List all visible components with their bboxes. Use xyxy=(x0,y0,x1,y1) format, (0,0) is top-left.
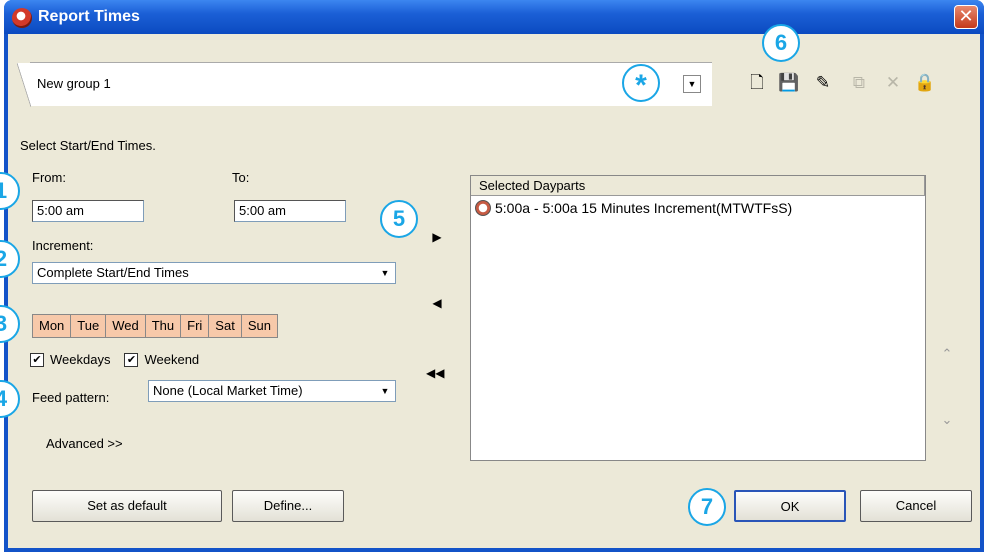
day-sat[interactable]: Sat xyxy=(209,315,242,337)
ok-button[interactable]: OK xyxy=(734,490,846,522)
callout-badge-6: 6 xyxy=(762,24,800,62)
chevron-up-icon: ⌃ xyxy=(941,346,953,361)
weekend-label: Weekend xyxy=(144,352,200,367)
increment-select[interactable]: Complete Start/End Times ▼ xyxy=(32,262,396,284)
triangle-right-icon: ▶ xyxy=(432,230,442,244)
feed-pattern-select[interactable]: None (Local Market Time) ▼ xyxy=(148,380,396,402)
daypart-label: 5:00a - 5:00a 15 Minutes Increment(MTWTF… xyxy=(495,200,793,216)
cancel-button[interactable]: Cancel xyxy=(860,490,972,522)
add-daypart-button[interactable]: ▶ xyxy=(428,228,446,246)
to-label: To: xyxy=(232,170,250,185)
selected-dayparts-list[interactable]: Selected Dayparts 5:00a - 5:00a 15 Minut… xyxy=(470,175,926,461)
list-column-header[interactable]: Selected Dayparts xyxy=(471,176,925,196)
window-title: Report Times xyxy=(38,8,140,25)
save-button[interactable]: 💾 xyxy=(778,72,800,94)
day-sun[interactable]: Sun xyxy=(242,315,277,337)
weekend-checkbox[interactable]: ✔ xyxy=(124,352,139,367)
group-selector[interactable]: New group 1 ▼ xyxy=(17,62,712,107)
delete-button[interactable]: ✕ xyxy=(882,72,904,94)
close-button[interactable]: ✕ xyxy=(954,5,978,29)
day-fri[interactable]: Fri xyxy=(181,315,210,337)
day-thu[interactable]: Thu xyxy=(146,315,182,337)
copy-icon: ⧉ xyxy=(852,73,866,92)
day-tue[interactable]: Tue xyxy=(71,315,107,337)
dialog-body: New group 1 ▼ 🗋 💾 ✎ ⧉ ✕ 🔒 Select Start/E… xyxy=(8,34,980,548)
chevron-down-icon: ▼ xyxy=(380,386,390,396)
set-as-default-button[interactable]: Set as default xyxy=(32,490,222,522)
close-icon: ✕ xyxy=(958,6,974,26)
save-as-icon: ✎ xyxy=(815,73,831,92)
double-left-icon: ◀◀ xyxy=(426,366,445,380)
triangle-left-icon: ◀ xyxy=(432,296,442,310)
day-wed[interactable]: Wed xyxy=(106,315,146,337)
lock-icon: 🔒 xyxy=(914,73,936,92)
new-document-icon: 🗋 xyxy=(750,73,764,92)
save-icon: 💾 xyxy=(778,73,800,92)
callout-badge-5: 5 xyxy=(380,200,418,238)
title-bar[interactable]: Report Times ✕ xyxy=(4,0,984,34)
weekdays-label: Weekdays xyxy=(50,352,111,367)
group-bar: New group 1 ▼ 🗋 💾 ✎ ⧉ ✕ 🔒 xyxy=(16,52,966,114)
advanced-link[interactable]: Advanced >> xyxy=(46,436,123,451)
group-dropdown-button[interactable]: ▼ xyxy=(683,75,701,93)
feed-pattern-value: None (Local Market Time) xyxy=(153,383,303,398)
list-item[interactable]: 5:00a - 5:00a 15 Minutes Increment(MTWTF… xyxy=(471,196,925,220)
daypart-clock-icon xyxy=(475,200,491,216)
increment-label: Increment: xyxy=(32,238,94,253)
remove-daypart-button[interactable]: ◀ xyxy=(428,294,446,312)
save-as-button[interactable]: ✎ xyxy=(812,72,834,94)
increment-value: Complete Start/End Times xyxy=(37,265,189,280)
weekday-weekend-row: ✔ Weekdays ✔ Weekend xyxy=(30,352,199,367)
delete-icon: ✕ xyxy=(885,73,901,92)
lock-button[interactable]: 🔒 xyxy=(914,72,936,94)
from-label: From: xyxy=(32,170,66,185)
instruction-text: Select Start/End Times. xyxy=(20,138,156,153)
group-name: New group 1 xyxy=(37,76,111,91)
copy-button[interactable]: ⧉ xyxy=(848,72,870,94)
weekdays-checkbox[interactable]: ✔ xyxy=(30,352,44,367)
define-button[interactable]: Define... xyxy=(232,490,344,522)
callout-badge-asterisk: * xyxy=(622,64,660,102)
move-down-button[interactable]: ⌄ xyxy=(938,412,956,427)
app-clock-icon xyxy=(12,8,32,28)
feed-pattern-label: Feed pattern: xyxy=(32,390,110,405)
day-selector: Mon Tue Wed Thu Fri Sat Sun xyxy=(32,314,278,338)
from-time-input[interactable]: 5:00 am xyxy=(32,200,144,222)
to-time-input[interactable]: 5:00 am xyxy=(234,200,346,222)
day-mon[interactable]: Mon xyxy=(33,315,72,337)
remove-all-dayparts-button[interactable]: ◀◀ xyxy=(426,364,444,382)
new-button[interactable]: 🗋 xyxy=(746,72,768,94)
move-up-button[interactable]: ⌃ xyxy=(938,346,956,361)
chevron-down-icon: ▼ xyxy=(687,79,697,89)
chevron-down-icon: ▼ xyxy=(380,268,390,278)
chevron-down-icon: ⌄ xyxy=(941,412,953,427)
report-times-window: Report Times ✕ New group 1 ▼ 🗋 💾 ✎ ⧉ ✕ 🔒… xyxy=(4,0,984,552)
callout-badge-7: 7 xyxy=(688,488,726,526)
